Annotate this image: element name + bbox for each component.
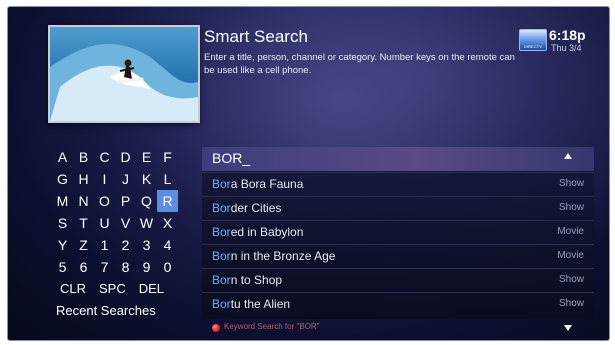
red-button-icon bbox=[212, 324, 220, 332]
key-0[interactable]: 0 bbox=[157, 256, 178, 278]
result-row[interactable]: Bora Bora Fauna Show bbox=[202, 172, 594, 196]
key-3[interactable]: 3 bbox=[136, 234, 157, 256]
result-type: Show bbox=[558, 274, 584, 285]
key-c[interactable]: C bbox=[94, 146, 115, 168]
result-type: Show bbox=[558, 202, 584, 213]
status-clock: DIRECTV 6:18p Thu 3/4 bbox=[519, 27, 599, 53]
result-row[interactable]: Born to Shop Show bbox=[202, 268, 594, 292]
result-title-rest: ed in Babylon bbox=[230, 225, 304, 239]
result-title-rest: n to Shop bbox=[230, 273, 283, 287]
key-o[interactable]: O bbox=[94, 190, 115, 212]
tv-screen: Smart Search Enter a title, person, chan… bbox=[7, 6, 610, 341]
result-row[interactable]: Bortu the Alien Show bbox=[202, 292, 594, 316]
scroll-up-icon[interactable] bbox=[564, 153, 572, 159]
result-match: Bor bbox=[212, 225, 231, 239]
results-panel: BOR_ Bora Bora Fauna Show Border Cities … bbox=[202, 147, 594, 319]
result-title-rest: n in the Bronze Age bbox=[230, 249, 336, 263]
key-n[interactable]: N bbox=[73, 190, 94, 212]
recent-searches-button[interactable]: Recent Searches bbox=[52, 300, 198, 322]
key-x[interactable]: X bbox=[157, 212, 178, 234]
clear-button[interactable]: CLR bbox=[60, 278, 86, 300]
key-a[interactable]: A bbox=[52, 146, 73, 168]
key-d[interactable]: D bbox=[115, 146, 136, 168]
key-s[interactable]: S bbox=[52, 212, 73, 234]
current-time: 6:18p bbox=[549, 27, 586, 43]
key-k[interactable]: K bbox=[136, 168, 157, 190]
scroll-down-icon[interactable] bbox=[564, 325, 572, 331]
current-date: Thu 3/4 bbox=[551, 43, 582, 53]
key-2[interactable]: 2 bbox=[115, 234, 136, 256]
key-r-selected[interactable]: R bbox=[157, 190, 178, 212]
key-8[interactable]: 8 bbox=[115, 256, 136, 278]
result-match: Bor bbox=[212, 201, 231, 215]
instructions-text: Enter a title, person, channel or catego… bbox=[204, 52, 515, 76]
key-7[interactable]: 7 bbox=[94, 256, 115, 278]
key-9[interactable]: 9 bbox=[136, 256, 157, 278]
key-p[interactable]: P bbox=[115, 190, 136, 212]
key-4[interactable]: 4 bbox=[157, 234, 178, 256]
result-match: Bor bbox=[212, 273, 231, 287]
key-u[interactable]: U bbox=[94, 212, 115, 234]
keyword-search-text: Keyword Search for "BOR" bbox=[224, 322, 320, 331]
space-button[interactable]: SPC bbox=[99, 278, 126, 300]
search-query-text: BOR_ bbox=[212, 150, 251, 166]
key-1[interactable]: 1 bbox=[94, 234, 115, 256]
result-title-rest: tu the Alien bbox=[230, 297, 291, 311]
directv-logo-icon: DIRECTV bbox=[519, 29, 547, 51]
key-l[interactable]: L bbox=[157, 168, 178, 190]
keypad: A B C D E F G H I J K L M N O P Q R S T … bbox=[52, 146, 198, 322]
key-q[interactable]: Q bbox=[136, 190, 157, 212]
key-e[interactable]: E bbox=[136, 146, 157, 168]
result-row[interactable]: Bored in Babylon Movie bbox=[202, 220, 594, 244]
result-type: Movie bbox=[557, 226, 584, 237]
key-b[interactable]: B bbox=[73, 146, 94, 168]
key-t[interactable]: T bbox=[73, 212, 94, 234]
key-y[interactable]: Y bbox=[52, 234, 73, 256]
result-match: Bor bbox=[212, 249, 231, 263]
result-title-rest: der Cities bbox=[230, 201, 282, 215]
result-title-rest: a Bora Fauna bbox=[230, 177, 304, 191]
search-query-field[interactable]: BOR_ bbox=[202, 147, 594, 171]
result-row[interactable]: Border Cities Show bbox=[202, 196, 594, 220]
delete-button[interactable]: DEL bbox=[139, 278, 164, 300]
key-f[interactable]: F bbox=[157, 146, 178, 168]
result-type: Movie bbox=[557, 250, 584, 261]
key-m[interactable]: M bbox=[52, 190, 73, 212]
result-match: Bor bbox=[212, 177, 231, 191]
key-5[interactable]: 5 bbox=[52, 256, 73, 278]
result-type: Show bbox=[558, 298, 584, 309]
key-i[interactable]: I bbox=[94, 168, 115, 190]
key-z[interactable]: Z bbox=[73, 234, 94, 256]
key-j[interactable]: J bbox=[115, 168, 136, 190]
keyword-search-hint[interactable]: Keyword Search for "BOR" bbox=[202, 321, 594, 335]
preview-thumbnail bbox=[48, 25, 200, 123]
result-row[interactable]: Born in the Bronze Age Movie bbox=[202, 244, 594, 268]
key-h[interactable]: H bbox=[73, 168, 94, 190]
key-g[interactable]: G bbox=[52, 168, 73, 190]
result-match: Bor bbox=[212, 297, 231, 311]
key-w[interactable]: W bbox=[136, 212, 157, 234]
result-type: Show bbox=[558, 178, 584, 189]
key-6[interactable]: 6 bbox=[73, 256, 94, 278]
key-v[interactable]: V bbox=[115, 212, 136, 234]
page-title: Smart Search bbox=[204, 27, 308, 46]
